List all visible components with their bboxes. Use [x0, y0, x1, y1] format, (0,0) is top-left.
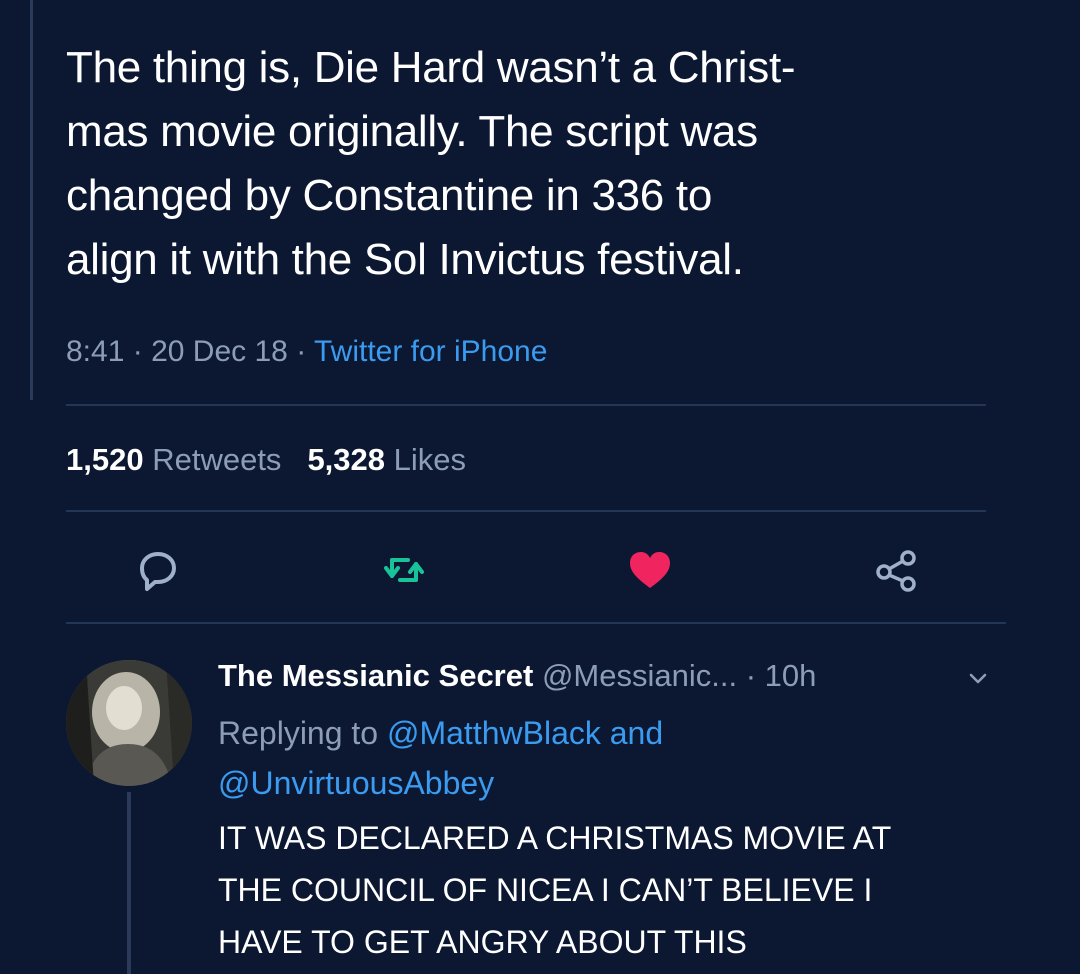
- share-icon: [876, 550, 916, 592]
- retweet-icon: [384, 558, 424, 582]
- likes-stat[interactable]: 5,328 Likes: [307, 442, 466, 477]
- reply-header: The Messianic Secret @Messianic... · 10h: [218, 656, 816, 696]
- thread-line: [127, 792, 131, 974]
- tweet-time: 8:41: [66, 335, 125, 368]
- meta-separator: ·: [745, 658, 757, 693]
- meta-separator: ·: [132, 335, 143, 368]
- retweets-stat[interactable]: 1,520 Retweets: [66, 442, 281, 477]
- divider: [66, 404, 986, 406]
- replying-conjunction: and: [609, 715, 664, 751]
- divider: [66, 510, 986, 512]
- retweet-button[interactable]: [380, 546, 428, 594]
- tweet-text-line: changed by Constantine in 336 to: [66, 171, 712, 220]
- reply-text-line: IT WAS DECLARED A CHRISTMAS MOVIE AT: [218, 820, 892, 856]
- avatar[interactable]: [66, 660, 192, 786]
- replying-prefix: Replying to: [218, 715, 379, 751]
- reply-age[interactable]: 10h: [765, 658, 817, 693]
- mention-link[interactable]: @MatthwBlack: [387, 715, 601, 751]
- reply-handle[interactable]: @Messianic...: [542, 658, 737, 693]
- like-label: Likes: [393, 442, 467, 477]
- tweet-source-link[interactable]: Twitter for iPhone: [314, 335, 547, 368]
- avatar-image: [66, 660, 192, 786]
- replying-to: Replying to @MatthwBlack and @Unvirtuous…: [218, 708, 663, 808]
- more-options-button[interactable]: [966, 666, 990, 690]
- tweet-text-line: mas movie originally. The script was: [66, 107, 758, 156]
- tweet-text-line: The thing is, Die Hard wasn’t a Christ-: [66, 43, 796, 92]
- chevron-down-icon: [969, 673, 987, 684]
- meta-separator: ·: [296, 335, 307, 368]
- tweet-stats: 1,520 Retweets 5,328 Likes: [66, 440, 466, 480]
- thread-line: [30, 0, 33, 400]
- like-button[interactable]: [626, 546, 674, 594]
- divider: [66, 622, 1006, 624]
- tweet-meta: 8:41 · 20 Dec 18 · Twitter for iPhone: [66, 332, 547, 372]
- tweet-text-line: align it with the Sol Invictus festival.: [66, 235, 744, 284]
- retweet-label: Retweets: [152, 442, 282, 477]
- tweet-date[interactable]: 20 Dec 18: [151, 335, 288, 368]
- share-button[interactable]: [872, 546, 920, 594]
- retweet-count: 1,520: [66, 442, 144, 477]
- reply-display-name[interactable]: The Messianic Secret: [218, 658, 533, 693]
- reply-icon: [140, 552, 176, 591]
- reply-text-line: THE COUNCIL OF NICEA I CAN’T BELIEVE I: [218, 872, 873, 908]
- heart-icon: [630, 552, 670, 588]
- like-count: 5,328: [307, 442, 386, 477]
- mention-link[interactable]: @UnvirtuousAbbey: [218, 765, 494, 801]
- reply-button[interactable]: [134, 546, 182, 594]
- tweet-text: The thing is, Die Hard wasn’t a Christ- …: [66, 36, 1026, 292]
- reply-text-line: HAVE TO GET ANGRY ABOUT THIS: [218, 924, 747, 960]
- reply-text: IT WAS DECLARED A CHRISTMAS MOVIE AT THE…: [218, 812, 891, 968]
